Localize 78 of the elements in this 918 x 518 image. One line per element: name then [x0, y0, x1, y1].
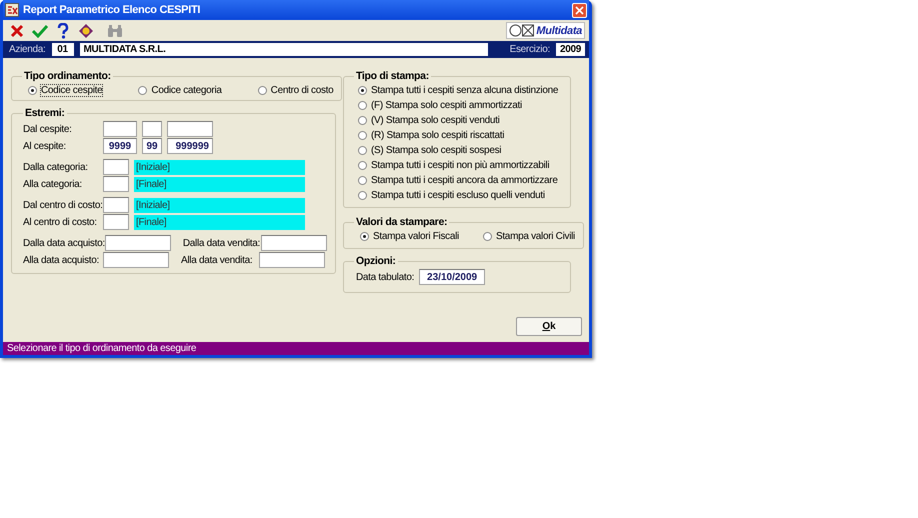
radio-button[interactable] [358, 191, 367, 200]
field-label: Alla categoria: [23, 178, 83, 190]
company-label: Azienda: [9, 44, 46, 55]
date-field[interactable]: 23/10/2009 [419, 269, 486, 285]
group-title: Estremi: [24, 107, 66, 119]
radio-option[interactable]: Codice categoria [138, 84, 222, 97]
close-icon [10, 24, 24, 38]
field-label: Alla data acquisto: [23, 254, 100, 266]
radio-option[interactable]: Stampa valori Civili [482, 230, 575, 243]
input-field[interactable] [259, 252, 325, 268]
radio-button[interactable] [358, 101, 367, 110]
app-icon [5, 3, 19, 17]
binoculars-icon [106, 24, 122, 38]
group-title: Tipo ordinamento: [23, 70, 112, 82]
radio-option[interactable]: (F) Stampa solo cespiti ammortizzati [358, 99, 562, 112]
group-title: Opzioni: [355, 255, 397, 267]
radio-option[interactable]: Stampa tutti i cespiti escluso quelli venduti [358, 189, 562, 202]
field-label: Al cespite: [23, 140, 67, 152]
logo-icon [509, 24, 536, 37]
company-code-field[interactable]: 01 [52, 43, 74, 56]
field-label: Dalla data acquisto: [23, 238, 105, 248]
year-field[interactable]: 2009 [556, 43, 585, 56]
input-field[interactable]: 9999 [103, 138, 137, 154]
close-button[interactable] [572, 2, 587, 18]
radio-button[interactable] [360, 232, 369, 241]
close-icon [575, 6, 584, 14]
radio-button[interactable] [358, 161, 367, 170]
radio-option[interactable]: (S) Stampa solo cespiti sospesi [358, 144, 562, 157]
field-label: Dal cespite: [23, 124, 73, 134]
ok-button[interactable]: Ok [516, 317, 582, 336]
radio-option[interactable]: (R) Stampa solo cespiti riscattati [358, 129, 562, 142]
input-field[interactable]: 999999 [167, 138, 213, 154]
radio-button[interactable] [358, 146, 367, 155]
input-field[interactable]: 99 [142, 138, 162, 154]
radio-option[interactable]: Codice cespite [28, 84, 102, 97]
status-bar: Selezionare il tipo di ordinamento da eseguire [3, 342, 589, 355]
field-label: Al centro di costo: [23, 216, 98, 228]
radio-option[interactable]: Stampa tutti i cespiti ancora da ammortizzare [358, 174, 562, 187]
help-icon [56, 22, 68, 38]
field-label: Dal centro di costo: [23, 200, 103, 210]
radio-button[interactable] [28, 86, 37, 95]
radio-button[interactable] [358, 131, 367, 140]
radio-button[interactable] [138, 86, 148, 95]
input-field[interactable] [103, 159, 129, 175]
input-field[interactable] [103, 214, 129, 230]
input-field[interactable] [142, 121, 162, 137]
year-label: Esercizio: [510, 44, 550, 55]
description-field: [Iniziale] [134, 198, 305, 212]
radio-button[interactable] [482, 232, 492, 241]
description-field: [Finale] [134, 176, 305, 192]
field-label: Dalla data vendita: [182, 238, 261, 248]
description-field: [Finale] [134, 214, 305, 230]
radio-button[interactable] [358, 176, 367, 185]
input-field[interactable] [103, 121, 137, 137]
radio-button[interactable] [258, 86, 267, 95]
input-field[interactable] [103, 176, 129, 192]
radio-option[interactable]: Stampa tutti i cespiti non più ammortizzabili [358, 159, 562, 172]
radio-option[interactable]: Stampa valori Fiscali [360, 230, 459, 243]
input-field[interactable] [167, 121, 213, 137]
radio-button[interactable] [358, 116, 367, 125]
input-field[interactable] [103, 252, 169, 268]
input-field[interactable] [104, 235, 171, 251]
radio-option[interactable]: Centro di costo [258, 84, 334, 97]
company-name-field[interactable]: MULTIDATA S.R.L. [80, 43, 488, 56]
input-field[interactable] [103, 197, 129, 213]
group-title: Tipo di stampa: [355, 70, 430, 82]
radio-button[interactable] [358, 86, 367, 95]
radio-option[interactable]: Stampa tutti i cespiti senza alcuna distinzione [358, 84, 562, 97]
input-field[interactable] [260, 235, 327, 251]
field-label: Alla data vendita: [181, 254, 254, 266]
group-title: Valori da stampare: [355, 216, 448, 228]
logo-text: Multidata [536, 24, 582, 36]
checkmark-icon [32, 24, 48, 38]
field-label: Dalla categoria: [23, 162, 89, 172]
field-label: Data tabulato: [356, 272, 414, 282]
description-field: [Iniziale] [134, 160, 305, 174]
window-title: Report Parametrico Elenco CESPITI [23, 4, 202, 16]
radio-option[interactable]: (V) Stampa solo cespiti venduti [358, 114, 562, 127]
